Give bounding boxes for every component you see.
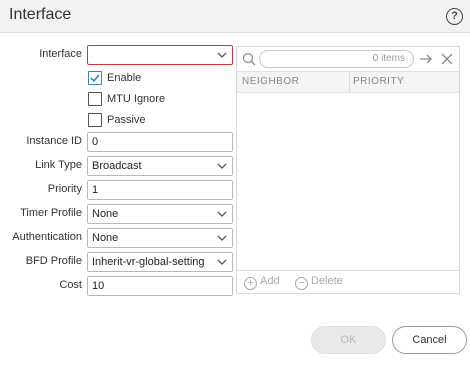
mtu-ignore-checkbox[interactable] <box>88 92 102 106</box>
chevron-down-icon <box>217 163 227 169</box>
chevron-down-icon <box>217 211 227 217</box>
ok-button[interactable]: OK <box>311 326 386 354</box>
instance-id-field[interactable]: 0 <box>87 132 233 152</box>
interface-label: Interface <box>39 48 82 60</box>
priority-label: Priority <box>47 183 82 195</box>
checkmark-icon <box>90 74 100 83</box>
link-type-value: Broadcast <box>92 160 142 172</box>
enable-checkbox[interactable] <box>88 71 102 85</box>
priority-value: 1 <box>92 184 99 196</box>
link-type-select[interactable]: Broadcast <box>87 156 233 176</box>
add-button[interactable]: + Add <box>244 275 280 290</box>
delete-button[interactable]: − Delete <box>295 275 343 290</box>
cancel-button[interactable]: Cancel <box>392 326 467 354</box>
close-icon[interactable] <box>441 53 453 65</box>
timer-profile-value: None <box>92 208 119 220</box>
arrow-right-icon[interactable] <box>419 53 433 65</box>
add-label: Add <box>260 275 280 287</box>
authentication-value: None <box>92 232 119 244</box>
mtu-ignore-label: MTU Ignore <box>107 93 166 105</box>
link-type-label: Link Type <box>35 159 82 171</box>
passive-label: Passive <box>107 114 146 126</box>
help-icon[interactable]: ? <box>446 8 463 25</box>
passive-checkbox[interactable] <box>88 113 102 127</box>
enable-label: Enable <box>107 72 142 84</box>
authentication-select[interactable]: None <box>87 228 233 248</box>
neighbor-panel: 0 items NEIGHBOR PRIORITY + Add − Delete <box>236 46 460 294</box>
chevron-down-icon <box>217 259 227 265</box>
interface-select[interactable] <box>87 45 233 65</box>
priority-field[interactable]: 1 <box>87 180 233 200</box>
cost-field[interactable]: 10 <box>87 276 233 296</box>
delete-label: Delete <box>311 275 343 287</box>
chevron-down-icon <box>217 235 227 241</box>
cost-value: 10 <box>92 280 105 292</box>
column-header-neighbor[interactable]: NEIGHBOR <box>242 76 299 87</box>
cost-label: Cost <box>59 279 82 291</box>
instance-id-value: 0 <box>92 136 99 148</box>
column-header-priority[interactable]: PRIORITY <box>353 76 404 87</box>
dialog-titlebar: Interface ? <box>0 0 470 33</box>
neighbor-searchbar: 0 items <box>237 47 459 71</box>
bfd-profile-label: BFD Profile <box>25 255 82 267</box>
bfd-profile-value: Inherit-vr-global-setting <box>92 256 205 268</box>
column-divider <box>349 72 350 92</box>
dialog-title: Interface <box>9 6 72 23</box>
instance-id-label: Instance ID <box>26 135 82 147</box>
neighbor-toolbar: + Add − Delete <box>237 270 459 293</box>
neighbor-search-input[interactable]: 0 items <box>259 50 414 68</box>
plus-icon: + <box>244 277 257 290</box>
timer-profile-label: Timer Profile <box>20 207 82 219</box>
chevron-down-icon <box>217 52 227 58</box>
bfd-profile-select[interactable]: Inherit-vr-global-setting <box>87 252 233 272</box>
authentication-label: Authentication <box>12 231 82 243</box>
neighbor-table-header: NEIGHBOR PRIORITY <box>237 71 459 93</box>
search-icon[interactable] <box>242 52 256 66</box>
timer-profile-select[interactable]: None <box>87 204 233 224</box>
minus-icon: − <box>295 277 308 290</box>
